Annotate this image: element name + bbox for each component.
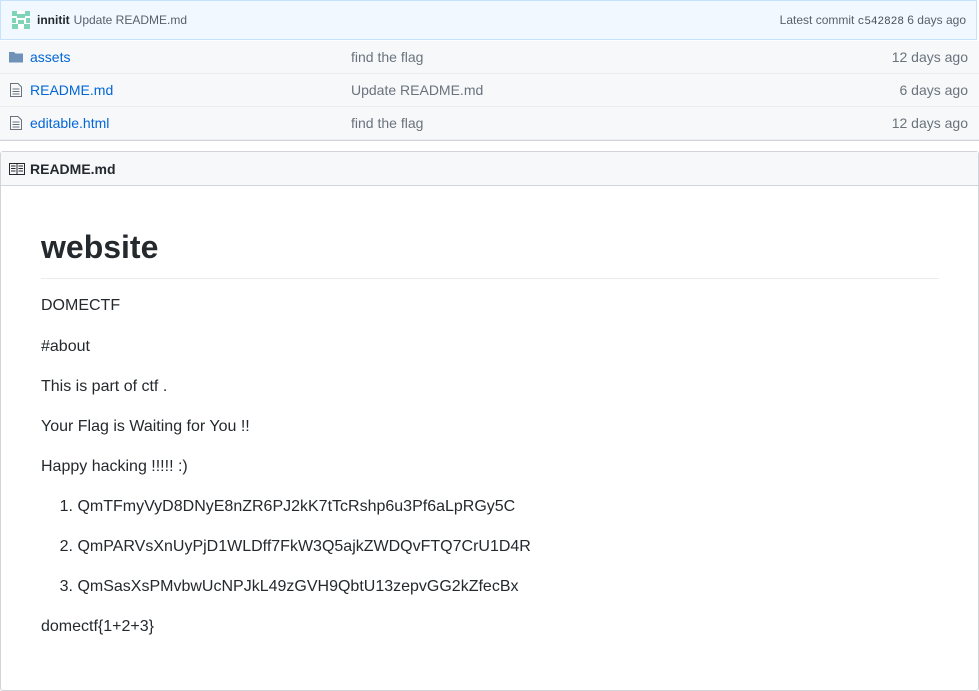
- hash-list: 1. QmTFmyVyD8DNyE8nZR6PJ2kK7tTcRshp6u3Pf…: [41, 479, 939, 599]
- list-item: 3. QmSasXsPMvbwUcNPJkL49zGVH9QbtU13zepvG…: [41, 559, 939, 599]
- readme-header: README.md: [1, 152, 978, 186]
- list-item: 2. QmPARVsXnUyPjD1WLDff7FkW3Q5ajkZWDQvFT…: [41, 519, 939, 559]
- readme-paragraph: Your Flag is Waiting for You !!: [41, 418, 250, 435]
- readme-footer: domectf{1+2+3}: [41, 618, 154, 635]
- readme-paragraph: #about: [41, 338, 90, 355]
- file-commit-message[interactable]: find the flag: [351, 115, 423, 131]
- file-commit-message[interactable]: Update README.md: [351, 82, 483, 98]
- file-link-editable[interactable]: editable.html: [30, 115, 109, 131]
- file-row-editable: editable.html find the flag 12 days ago: [0, 107, 979, 140]
- file-link-assets[interactable]: assets: [30, 49, 70, 65]
- list-number: 3.: [59, 578, 73, 595]
- commit-message[interactable]: Update README.md: [74, 13, 187, 27]
- file-list-divider: [0, 140, 979, 141]
- file-list: assets find the flag 12 days ago README.…: [0, 41, 979, 140]
- latest-commit-bar: innitit Update README.md Latest commit c…: [0, 0, 977, 40]
- file-age: 6 days ago: [899, 82, 969, 98]
- latest-commit-label: Latest commit: [779, 12, 855, 27]
- file-icon: [10, 83, 22, 97]
- file-icon: [10, 116, 22, 130]
- file-age: 12 days ago: [891, 115, 968, 131]
- latest-commit-info: Latest commit c542828 6 days ago: [780, 13, 966, 28]
- file-row-assets: assets find the flag 12 days ago: [0, 41, 979, 74]
- commit-sha[interactable]: c542828: [858, 16, 904, 28]
- commit-age: 6 days ago: [907, 12, 966, 27]
- folder-icon: [9, 52, 23, 63]
- readme-filename: README.md: [30, 160, 116, 177]
- book-icon: [9, 162, 25, 175]
- readme-paragraph: Happy hacking !!!!! :): [41, 458, 188, 475]
- list-number: 2.: [59, 538, 73, 555]
- list-text: QmPARVsXnUyPjD1WLDff7FkW3Q5ajkZWDQvFTQ7C…: [77, 538, 531, 555]
- list-text: QmTFmyVyD8DNyE8nZR6PJ2kK7tTcRshp6u3Pf6aL…: [77, 498, 516, 515]
- list-number: 1.: [59, 498, 73, 515]
- list-text: QmSasXsPMvbwUcNPJkL49zGVH9QbtU13zepvGG2k…: [77, 578, 519, 595]
- file-row-readme: README.md Update README.md 6 days ago: [0, 74, 979, 107]
- avatar[interactable]: [12, 11, 30, 29]
- readme-paragraph: This is part of ctf .: [41, 378, 168, 395]
- readme-content: website DOMECTF #about This is part of c…: [41, 228, 939, 639]
- list-item: 1. QmTFmyVyD8DNyE8nZR6PJ2kK7tTcRshp6u3Pf…: [41, 479, 939, 519]
- file-age: 12 days ago: [891, 49, 968, 65]
- file-commit-message[interactable]: find the flag: [351, 49, 423, 65]
- readme-panel: README.md website DOMECTF #about This is…: [0, 151, 979, 691]
- readme-paragraph: DOMECTF: [41, 297, 121, 314]
- file-link-readme[interactable]: README.md: [30, 82, 113, 98]
- commit-author[interactable]: innitit: [37, 13, 70, 27]
- readme-title: website: [41, 228, 939, 279]
